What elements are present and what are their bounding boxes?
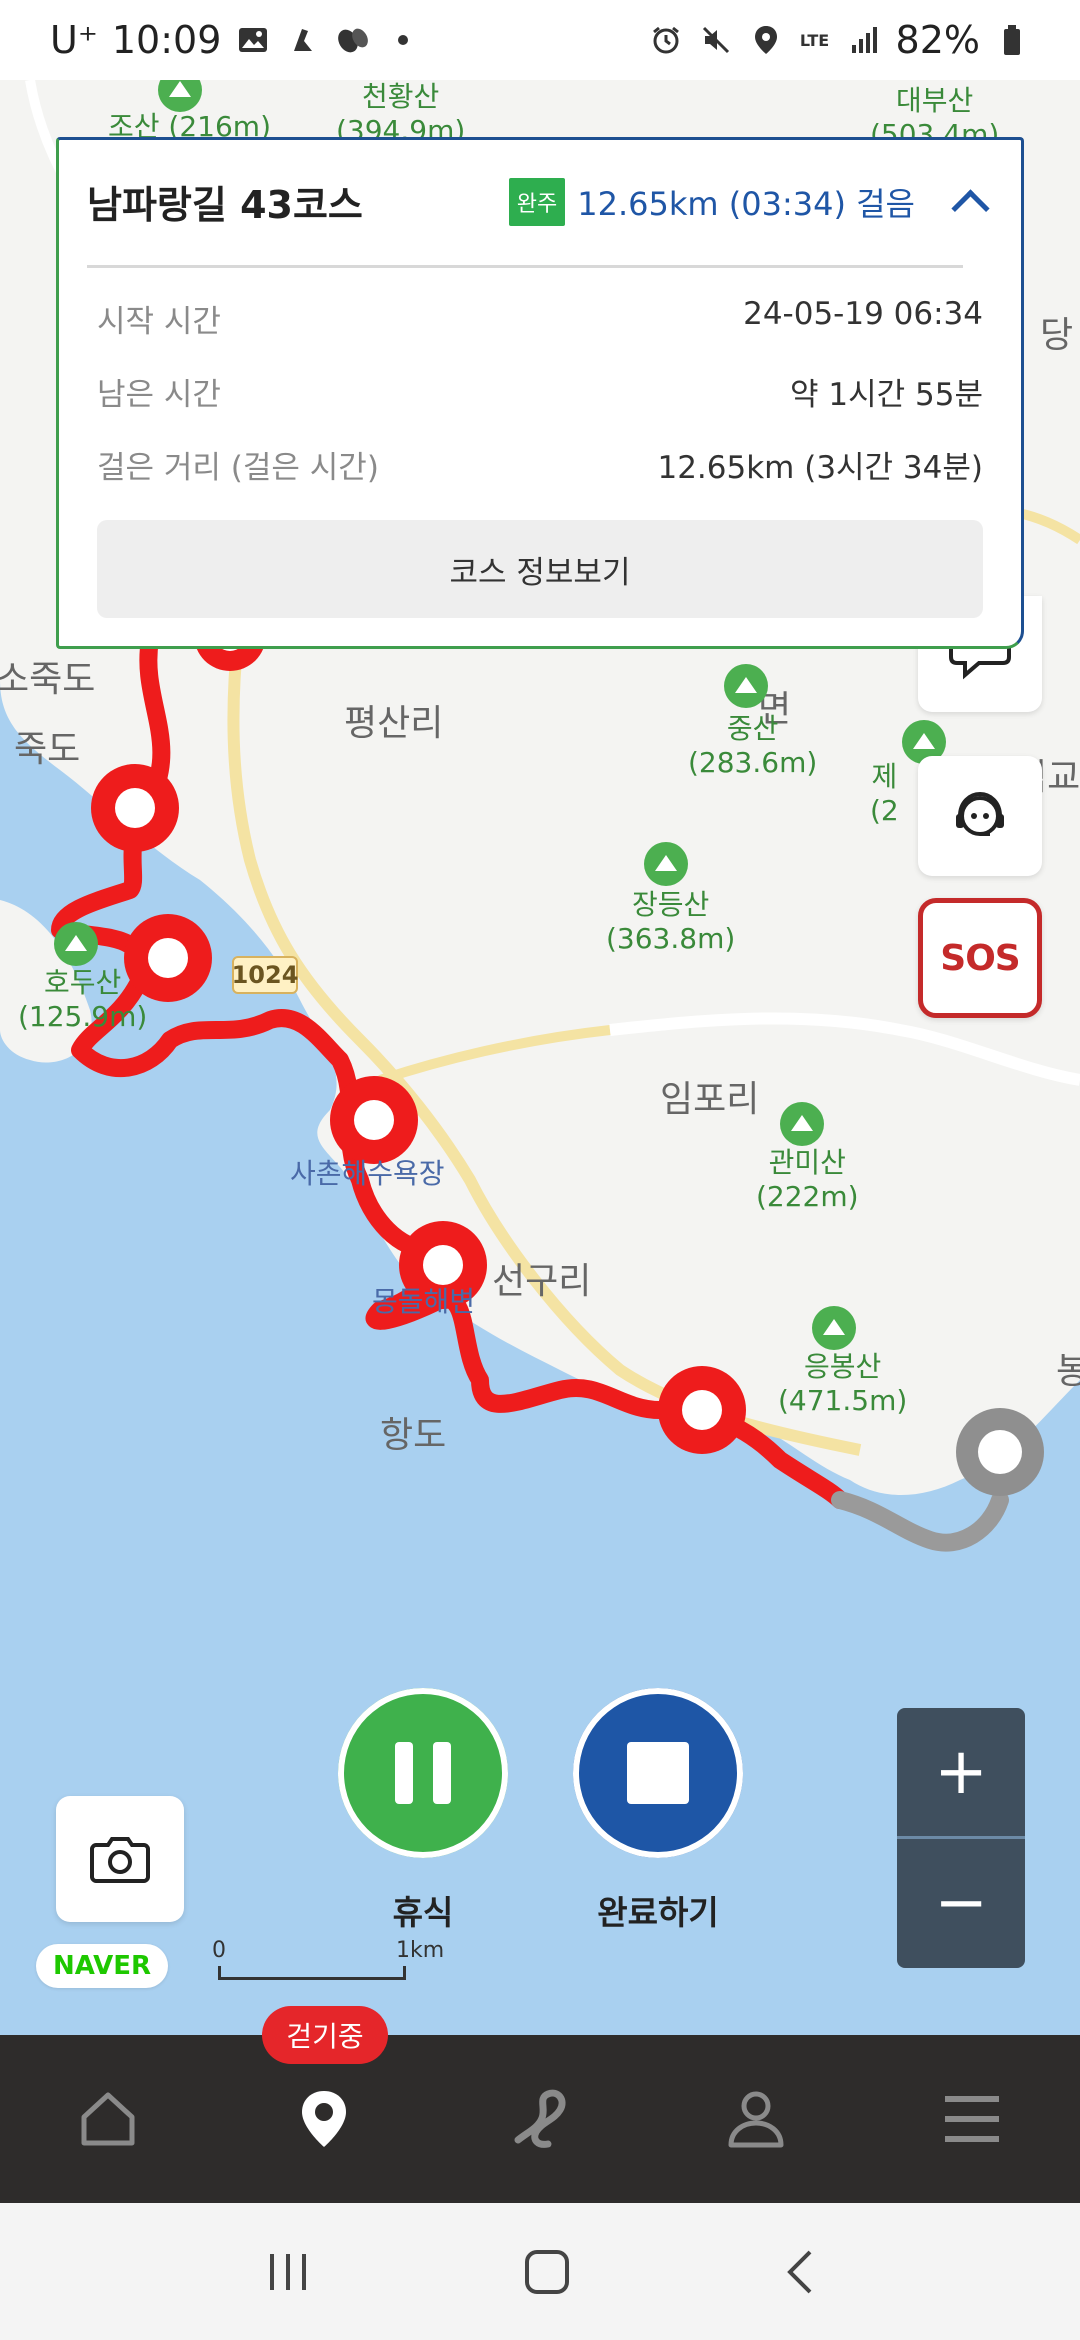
label-je: 제 (2	[870, 760, 899, 827]
label-sojukdo: 소죽도	[0, 659, 96, 700]
label-jukdo: 죽도	[14, 729, 81, 770]
location-pin-icon	[302, 2091, 346, 2147]
nav-profile[interactable]	[648, 2035, 864, 2203]
location-icon	[748, 22, 784, 58]
finish-button[interactable]	[573, 1688, 743, 1858]
nav-menu[interactable]	[864, 2035, 1080, 2203]
zoom-in-button[interactable]: +	[897, 1708, 1025, 1836]
back-icon[interactable]	[784, 2248, 814, 2296]
mountain-icon	[812, 1306, 856, 1350]
scale-bar	[218, 1966, 406, 1980]
clock: 10:09	[111, 18, 222, 62]
alarm-icon	[648, 22, 684, 58]
walk-summary: 12.65km (03:34) 걸음	[577, 184, 915, 223]
info-value: 약 1시간 55분	[790, 377, 983, 413]
lte-icon: LTE	[799, 30, 830, 50]
label-eungbongsan: 응봉산 (471.5m)	[778, 1350, 908, 1417]
label-bong: 봉	[1056, 1351, 1080, 1392]
pause-icon	[395, 1742, 451, 1804]
info-label: 걸은 거리 (걸은 시간)	[97, 450, 379, 486]
info-value: 12.65km (3시간 34분)	[657, 450, 983, 486]
label-gwanmisan: 관미산 (222m)	[756, 1146, 859, 1213]
battery-percent: 82%	[895, 18, 980, 62]
stop-icon	[627, 1742, 689, 1804]
hiking-icon	[285, 22, 321, 58]
label-pyeongsan: 평산리	[344, 703, 444, 744]
support-button[interactable]	[918, 756, 1042, 876]
mountain-icon	[780, 1102, 824, 1146]
chevron-up-icon[interactable]	[947, 179, 993, 225]
carrier: U⁺	[50, 18, 98, 62]
label-hangdo: 항도	[380, 1415, 447, 1456]
label-jangdeungsan: 장등산 (363.8m)	[606, 888, 736, 955]
camera-button[interactable]	[56, 1796, 184, 1922]
bottom-nav	[0, 2035, 1080, 2203]
label-mongdol-beach: 몽돌해변	[372, 1285, 476, 1318]
zoom-out-button[interactable]: −	[897, 1839, 1025, 1967]
label-jungsan: 중산 (283.6m)	[688, 712, 818, 779]
label-sachon-beach: 사촌해수욕장	[290, 1157, 445, 1190]
course-title: 남파랑길 43코스	[87, 183, 363, 227]
info-value: 24-05-19 06:34	[743, 296, 983, 332]
home-icon	[81, 2092, 135, 2146]
signal-icon	[846, 22, 882, 58]
route-number-badge: 1024	[232, 956, 298, 994]
rest-label: 휴식	[392, 1893, 454, 1932]
home-button-icon[interactable]	[523, 2248, 571, 2296]
nav-home[interactable]	[0, 2035, 216, 2203]
label-hodusan: 호두산 (125.9m)	[18, 966, 148, 1033]
recent-apps-icon[interactable]	[266, 2252, 310, 2292]
dot-icon	[385, 22, 421, 58]
map-scale: 0 1km	[212, 1938, 444, 1984]
info-label: 남은 시간	[97, 377, 221, 413]
nav-route[interactable]	[432, 2035, 648, 2203]
walking-badge: 걷기중	[262, 2006, 388, 2064]
mountain-icon	[644, 842, 688, 886]
label-dang: 당	[1040, 315, 1074, 356]
profile-icon	[728, 2091, 784, 2148]
route-remaining	[831, 1491, 1009, 1552]
finish-label: 완료하기	[597, 1893, 719, 1932]
info-row: 시작 시간 24-05-19 06:34	[97, 296, 983, 341]
course-info-card: 남파랑길 43코스 완주 12.65km (03:34) 걸음 시작 시간 24…	[56, 137, 1024, 649]
sos-label: SOS	[940, 937, 1020, 979]
info-row: 남은 시간 약 1시간 55분	[97, 369, 983, 414]
sos-button[interactable]: SOS	[918, 898, 1042, 1018]
status-bar: U⁺ 10:09 LTE 82%	[0, 0, 1080, 80]
camera-icon	[90, 1837, 150, 1883]
footprint-icon	[335, 22, 371, 58]
rest-button[interactable]	[338, 1688, 508, 1858]
gallery-icon	[235, 22, 271, 58]
divider	[87, 265, 963, 268]
scale-km: 1km	[396, 1938, 445, 1963]
battery-icon	[994, 22, 1030, 58]
mute-icon	[698, 22, 734, 58]
info-row: 걸은 거리 (걸은 시간) 12.65km (3시간 34분)	[97, 442, 983, 487]
headset-icon	[956, 791, 1004, 836]
info-label: 시작 시간	[97, 304, 221, 340]
menu-icon	[945, 2096, 999, 2142]
status-badge: 완주	[508, 177, 566, 226]
mountain-icon	[54, 922, 98, 966]
mountain-icon	[724, 664, 768, 708]
card-header[interactable]: 남파랑길 43코스 완주 12.65km (03:34) 걸음	[87, 174, 993, 229]
scale-zero: 0	[212, 1938, 226, 1963]
zoom-control: + −	[897, 1708, 1025, 1968]
naver-logo: NAVER	[36, 1944, 168, 1988]
system-nav-bar	[0, 2203, 1080, 2340]
label-impo: 임포리	[660, 1079, 760, 1120]
route-icon	[514, 2089, 566, 2148]
course-info-button[interactable]: 코스 정보보기	[97, 520, 983, 618]
label-seongu: 선구리	[492, 1261, 592, 1302]
